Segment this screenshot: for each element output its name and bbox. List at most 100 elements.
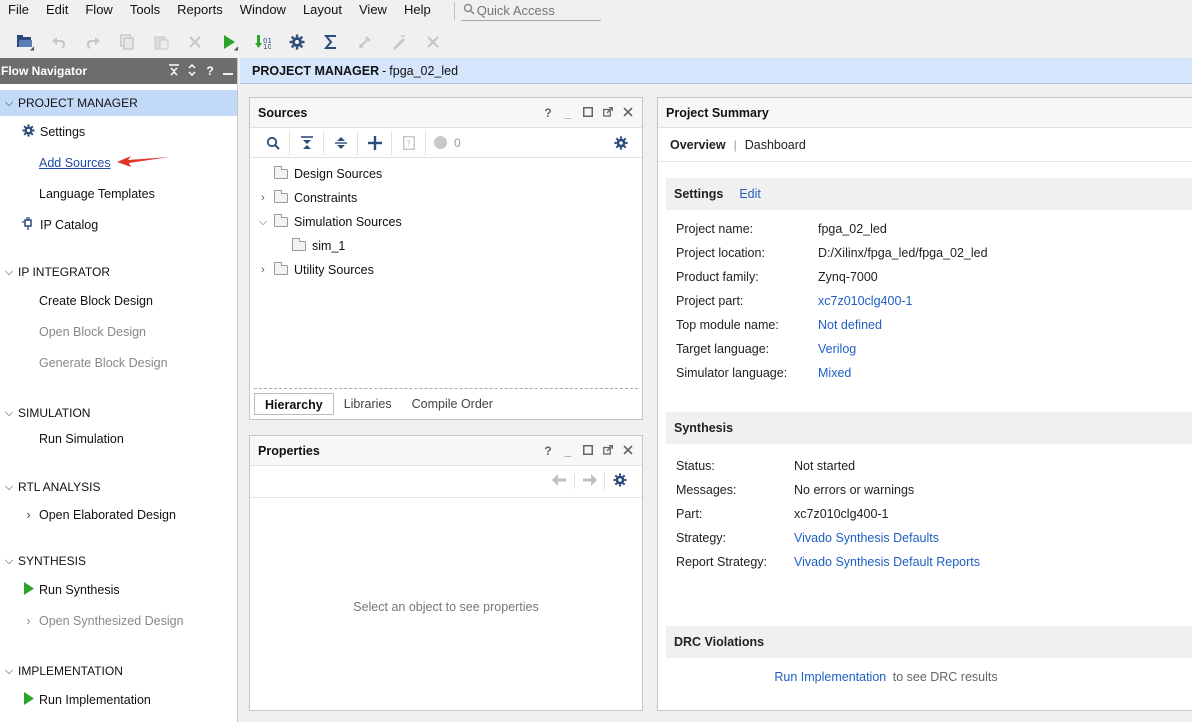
strategy-link[interactable]: Vivado Synthesis Defaults bbox=[794, 531, 939, 545]
tree-simulation-sources[interactable]: ⌵ Simulation Sources bbox=[250, 210, 642, 234]
help-icon[interactable]: ? bbox=[538, 444, 558, 458]
section-implementation[interactable]: ⌵ IMPLEMENTATION bbox=[0, 658, 237, 684]
tool-b-icon[interactable] bbox=[382, 29, 416, 55]
expand-all-icon[interactable] bbox=[183, 63, 201, 79]
settings-edit-link[interactable]: Edit bbox=[739, 187, 761, 201]
status-dot-icon bbox=[434, 136, 447, 149]
tool-a-icon[interactable] bbox=[348, 29, 382, 55]
folder-icon bbox=[274, 262, 288, 275]
minimize-icon[interactable]: _ bbox=[558, 444, 578, 458]
close-icon[interactable] bbox=[618, 444, 638, 458]
add-icon[interactable] bbox=[358, 130, 392, 155]
project-part-link[interactable]: xc7z010clg400-1 bbox=[818, 294, 913, 308]
back-arrow-icon[interactable] bbox=[544, 474, 574, 489]
nav-open-block-design[interactable]: Open Block Design bbox=[0, 316, 237, 347]
tab-compile-order[interactable]: Compile Order bbox=[402, 393, 503, 415]
redo-icon[interactable] bbox=[76, 29, 110, 55]
minimize-icon[interactable]: _ bbox=[558, 106, 578, 120]
chevron-down-icon[interactable]: ⌵ bbox=[256, 216, 270, 229]
main-toolbar: 01 10 bbox=[0, 28, 1192, 56]
close-icon[interactable] bbox=[618, 106, 638, 120]
chevron-right-icon[interactable]: › bbox=[256, 192, 270, 204]
gear-icon bbox=[18, 123, 38, 140]
minimize-icon[interactable] bbox=[219, 64, 237, 79]
chevron-down-icon: ⌵ bbox=[4, 265, 14, 278]
maximize-icon[interactable] bbox=[578, 106, 598, 120]
report-strategy-link[interactable]: Vivado Synthesis Default Reports bbox=[794, 555, 980, 569]
gear-icon[interactable] bbox=[604, 473, 634, 490]
nav-open-elaborated-design[interactable]: › Open Elaborated Design bbox=[0, 500, 237, 530]
tool-c-icon[interactable] bbox=[416, 29, 450, 55]
settings-icon[interactable] bbox=[280, 29, 314, 55]
nav-ip-catalog[interactable]: IP Catalog bbox=[0, 209, 237, 240]
search-icon[interactable] bbox=[256, 130, 290, 155]
project-summary-panel: Project Summary Overview | Dashboard Set… bbox=[657, 97, 1192, 711]
tab-divider bbox=[254, 388, 638, 389]
menu-edit[interactable]: Edit bbox=[38, 0, 77, 22]
nav-run-implementation[interactable]: Run Implementation bbox=[0, 684, 237, 715]
project-manager-title-bar: PROJECT MANAGER - fpga_02_led bbox=[240, 58, 1192, 84]
forward-arrow-icon[interactable] bbox=[574, 474, 604, 489]
tree-utility-sources[interactable]: › Utility Sources bbox=[250, 258, 642, 282]
tree-sim-1[interactable]: sim_1 bbox=[250, 234, 642, 258]
help-icon[interactable]: ? bbox=[201, 64, 219, 78]
tree-constraints[interactable]: › Constraints bbox=[250, 186, 642, 210]
maximize-icon[interactable] bbox=[578, 444, 598, 458]
menu-view[interactable]: View bbox=[351, 0, 396, 22]
section-project-manager[interactable]: ⌵ PROJECT MANAGER bbox=[0, 90, 237, 116]
nav-run-synthesis[interactable]: Run Synthesis bbox=[0, 574, 237, 605]
menu-window[interactable]: Window bbox=[232, 0, 295, 22]
paste-icon[interactable] bbox=[144, 29, 178, 55]
nav-open-synthesized-design[interactable]: › Open Synthesized Design bbox=[0, 605, 237, 636]
tab-hierarchy[interactable]: Hierarchy bbox=[254, 393, 334, 415]
gear-icon[interactable] bbox=[604, 131, 638, 155]
open-project-icon[interactable] bbox=[8, 29, 42, 55]
status-count-value: 0 bbox=[454, 135, 461, 150]
top-module-link[interactable]: Not defined bbox=[818, 318, 882, 332]
collapse-all-icon[interactable] bbox=[165, 63, 183, 79]
section-synthesis[interactable]: ⌵ SYNTHESIS bbox=[0, 548, 237, 574]
target-language-link[interactable]: Verilog bbox=[818, 342, 856, 356]
menu-help[interactable]: Help bbox=[396, 0, 440, 22]
undo-icon[interactable] bbox=[42, 29, 76, 55]
properties-panel-header: Properties ? _ bbox=[250, 436, 642, 466]
sigma-icon[interactable] bbox=[314, 29, 348, 55]
chevron-down-icon: ⌵ bbox=[4, 664, 14, 677]
nav-add-sources[interactable]: Add Sources bbox=[0, 147, 237, 178]
run-icon[interactable] bbox=[212, 29, 246, 55]
section-rtl-analysis[interactable]: ⌵ RTL ANALYSIS bbox=[0, 474, 237, 500]
flow-navigator-title: Flow Navigator bbox=[1, 64, 88, 78]
menu-separator bbox=[453, 2, 455, 20]
float-icon[interactable] bbox=[598, 444, 618, 458]
nav-language-templates[interactable]: Language Templates bbox=[0, 178, 237, 209]
simulator-language-link[interactable]: Mixed bbox=[818, 366, 851, 380]
quick-access-box[interactable] bbox=[460, 1, 601, 21]
nav-create-block-design[interactable]: Create Block Design bbox=[0, 285, 237, 316]
section-ip-integrator[interactable]: ⌵ IP INTEGRATOR bbox=[0, 259, 237, 285]
nav-generate-block-design[interactable]: Generate Block Design bbox=[0, 347, 237, 378]
menu-file[interactable]: File bbox=[0, 0, 38, 22]
section-simulation[interactable]: ⌵ SIMULATION bbox=[0, 400, 237, 426]
expand-all-icon[interactable] bbox=[324, 130, 358, 155]
help-icon[interactable]: ? bbox=[538, 106, 558, 120]
menu-tools[interactable]: Tools bbox=[122, 0, 169, 22]
nav-run-simulation[interactable]: Run Simulation bbox=[0, 426, 237, 452]
chevron-right-icon[interactable]: › bbox=[256, 264, 270, 276]
menu-flow[interactable]: Flow bbox=[77, 0, 121, 22]
help-doc-icon[interactable]: ? bbox=[392, 130, 426, 155]
nav-settings[interactable]: Settings bbox=[0, 116, 237, 147]
tree-design-sources[interactable]: Design Sources bbox=[250, 162, 642, 186]
quick-access-input[interactable] bbox=[476, 3, 597, 18]
tab-dashboard[interactable]: Dashboard bbox=[745, 138, 806, 152]
project-summary-header: Project Summary bbox=[658, 98, 1192, 128]
program-download-icon[interactable]: 01 10 bbox=[246, 29, 280, 55]
tab-overview[interactable]: Overview bbox=[670, 138, 726, 152]
run-implementation-link[interactable]: Run Implementation bbox=[774, 670, 886, 684]
menu-reports[interactable]: Reports bbox=[169, 0, 232, 22]
collapse-all-icon[interactable] bbox=[290, 130, 324, 155]
delete-icon[interactable] bbox=[178, 29, 212, 55]
tab-libraries[interactable]: Libraries bbox=[334, 393, 402, 415]
menu-layout[interactable]: Layout bbox=[295, 0, 351, 22]
copy-icon[interactable] bbox=[110, 29, 144, 55]
float-icon[interactable] bbox=[598, 106, 618, 120]
